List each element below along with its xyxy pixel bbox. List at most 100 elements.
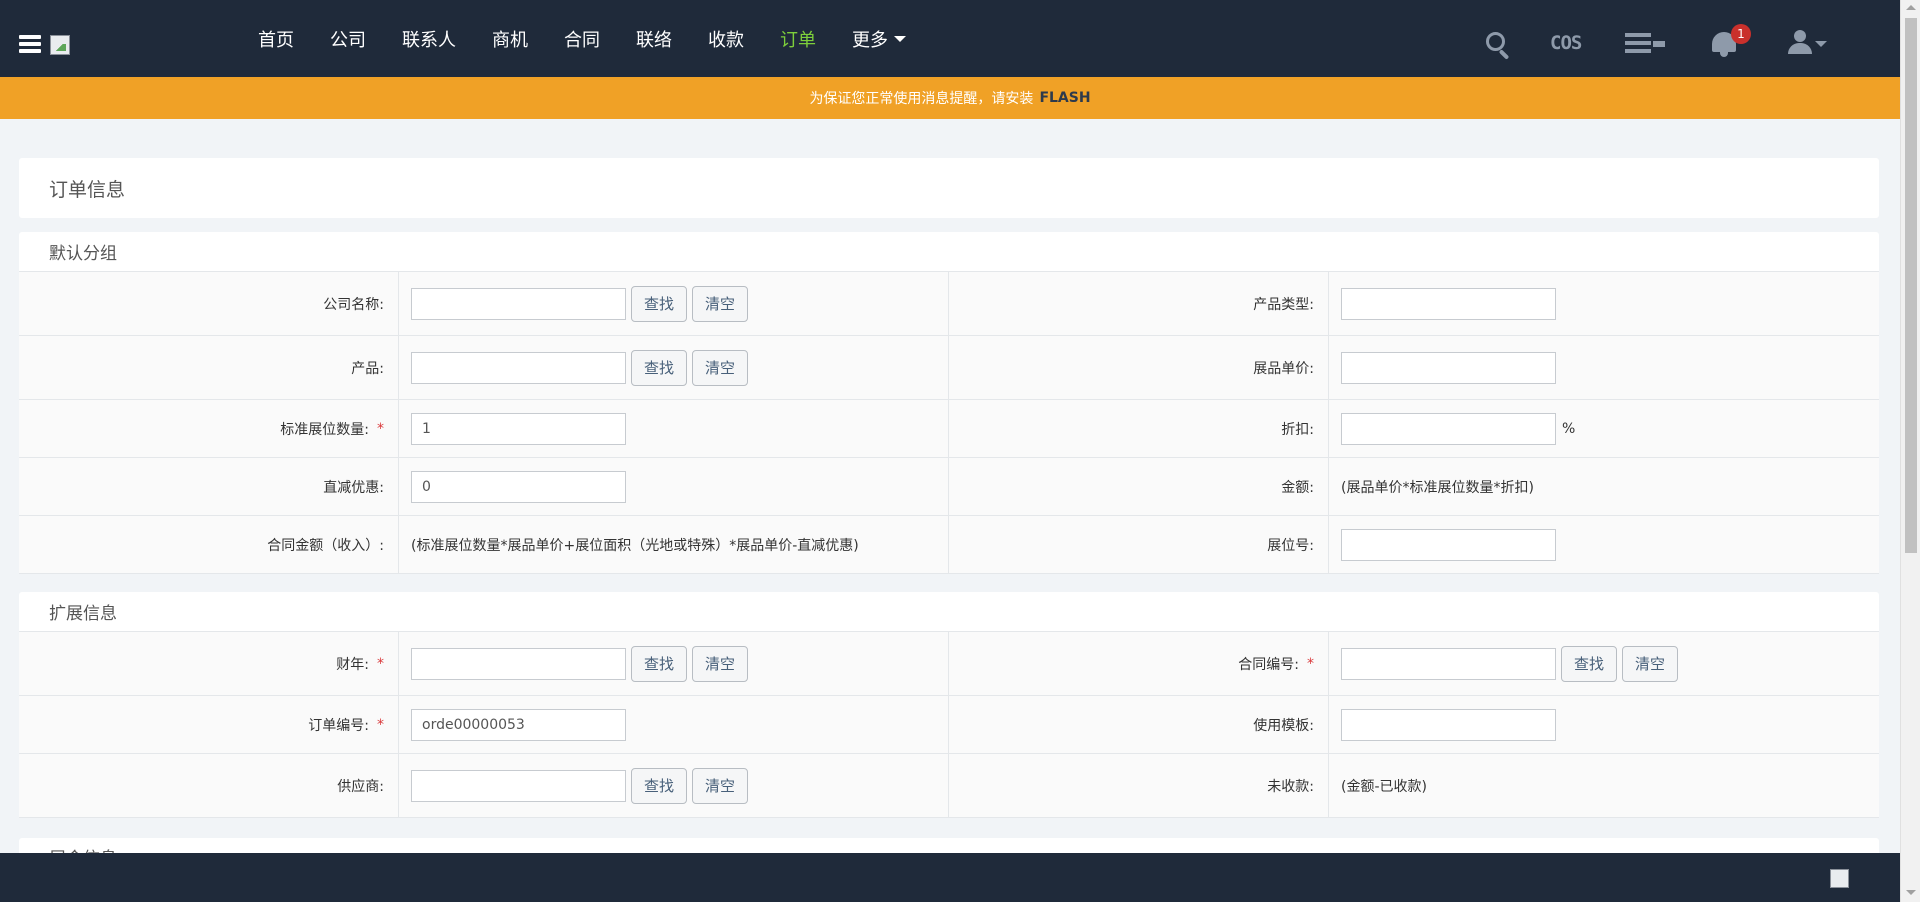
form-row-product: 产品: 查找 清空 展品单价:: [19, 336, 1879, 400]
logo-image: [50, 35, 70, 55]
supplier-cell: 查找 清空: [399, 754, 949, 817]
notification-badge: 1: [1731, 24, 1751, 44]
label-text: 产品:: [351, 360, 384, 377]
label-text: 金额:: [1281, 479, 1314, 496]
nav-item-company[interactable]: 公司: [312, 0, 384, 77]
scroll-thumb[interactable]: [1905, 18, 1917, 553]
supplier-input[interactable]: [411, 769, 626, 802]
page-title: 订单信息: [19, 158, 1879, 218]
percent-unit: %: [1562, 420, 1576, 437]
contract-no-find-button[interactable]: 查找: [1561, 645, 1618, 682]
company-name-cell: 查找 清空: [399, 272, 949, 335]
alert-flash-link[interactable]: FLASH: [1039, 90, 1090, 106]
reduction-input[interactable]: [411, 470, 626, 503]
required-mark: *: [377, 655, 384, 672]
form-row-contract-amount: 合同金额（收入）: (标准展位数量*展品单价+展位面积（光地或特殊）*展品单价-…: [19, 516, 1879, 574]
nav-item-contracts[interactable]: 合同: [546, 0, 618, 77]
booth-qty-input[interactable]: [411, 412, 626, 445]
reduction-cell: [399, 458, 949, 515]
nav-more-label: 更多: [852, 29, 888, 51]
company-clear-button[interactable]: 清空: [692, 285, 749, 322]
booth-no-cell: [1329, 516, 1879, 573]
product-find-button[interactable]: 查找: [631, 349, 688, 386]
unit-price-input[interactable]: [1341, 351, 1556, 384]
company-name-label: 公司名称:: [19, 272, 399, 335]
unpaid-formula: (金额-已收款): [1341, 778, 1427, 795]
product-type-input[interactable]: [1341, 287, 1556, 320]
fiscal-year-cell: 查找 清空: [399, 632, 949, 695]
contract-no-clear-button[interactable]: 清空: [1622, 645, 1679, 682]
fiscal-year-input[interactable]: [411, 647, 626, 680]
required-mark: *: [377, 420, 384, 437]
required-mark: *: [1307, 655, 1314, 672]
booth-qty-label: 标准展位数量: *: [19, 400, 399, 457]
reduction-label: 直减优惠:: [19, 458, 399, 515]
section-exhibition-info: 展会信息: [19, 838, 1879, 853]
unit-price-label: 展品单价:: [949, 336, 1329, 399]
top-navbar: 首页 公司 联系人 商机 合同 联络 收款 订单 更多 COS 1: [0, 0, 1900, 77]
nav-item-orders[interactable]: 订单: [762, 0, 834, 77]
unit-price-cell: [1329, 336, 1879, 399]
contract-no-label: 合同编号: *: [949, 632, 1329, 695]
discount-cell: %: [1329, 400, 1879, 457]
discount-input[interactable]: [1341, 412, 1556, 445]
label-text: 订单编号:: [308, 717, 369, 734]
alert-text: 为保证您正常使用消息提醒，请安装: [809, 91, 1034, 107]
list-menu-icon[interactable]: [1625, 33, 1665, 53]
nav-item-communication[interactable]: 联络: [618, 0, 690, 77]
contract-amount-cell: (标准展位数量*展品单价+展位面积（光地或特殊）*展品单价-直减优惠): [399, 516, 949, 573]
product-clear-button[interactable]: 清空: [692, 349, 749, 386]
nav-item-payments[interactable]: 收款: [690, 0, 762, 77]
nav-item-opportunities[interactable]: 商机: [474, 0, 546, 77]
label-text: 财年:: [336, 656, 369, 673]
label-text: 合同编号:: [1238, 656, 1299, 673]
contract-amount-formula: (标准展位数量*展品单价+展位面积（光地或特殊）*展品单价-直减优惠): [411, 537, 859, 554]
template-input[interactable]: [1341, 708, 1556, 741]
template-cell: [1329, 696, 1879, 753]
company-find-button[interactable]: 查找: [631, 285, 688, 322]
supplier-find-button[interactable]: 查找: [631, 767, 688, 804]
scroll-up-arrow-icon[interactable]: [1906, 5, 1916, 10]
label-text: 供应商:: [337, 778, 384, 795]
flash-alert-bar: 为保证您正常使用消息提醒，请安装 FLASH: [0, 77, 1900, 119]
company-name-input[interactable]: [411, 287, 626, 320]
form-row-reduction: 直减优惠: 金额: (展品单价*标准展位数量*折扣): [19, 458, 1879, 516]
order-no-cell: [399, 696, 949, 753]
page-title-text: 订单信息: [49, 178, 126, 201]
booth-qty-cell: [399, 400, 949, 457]
amount-formula: (展品单价*标准展位数量*折扣): [1341, 479, 1534, 496]
scroll-down-arrow-icon[interactable]: [1906, 890, 1916, 895]
section-title: 扩展信息: [19, 592, 1879, 632]
discount-label: 折扣:: [949, 400, 1329, 457]
fiscal-year-clear-button[interactable]: 清空: [692, 645, 749, 682]
nav-item-contacts[interactable]: 联系人: [384, 0, 474, 77]
order-no-input[interactable]: [411, 708, 626, 741]
cos-icon[interactable]: COS: [1550, 32, 1582, 54]
supplier-label: 供应商:: [19, 754, 399, 817]
contract-amount-label: 合同金额（收入）:: [19, 516, 399, 573]
fiscal-year-find-button[interactable]: 查找: [631, 645, 688, 682]
footer-bar: [0, 853, 1900, 902]
booth-no-input[interactable]: [1341, 528, 1556, 561]
menu-toggle-icon[interactable]: [19, 35, 41, 53]
product-input[interactable]: [411, 351, 626, 384]
page-scrollbar[interactable]: [1900, 0, 1920, 902]
search-icon[interactable]: [1486, 32, 1512, 60]
amount-label: 金额:: [949, 458, 1329, 515]
form-row-fiscal-year: 财年: * 查找 清空 合同编号: * 查找 清空: [19, 632, 1879, 696]
label-text: 合同金额（收入）:: [267, 537, 384, 554]
template-label: 使用模板:: [949, 696, 1329, 753]
contract-no-input[interactable]: [1341, 647, 1556, 680]
section-extended-info: 扩展信息 财年: * 查找 清空 合同编号: * 查找 清空 订单编号: * o…: [19, 592, 1879, 818]
label-text: 使用模板:: [1253, 717, 1314, 734]
label-text: 公司名称:: [323, 296, 384, 313]
footer-image: [1830, 869, 1849, 888]
product-type-label: 产品类型:: [949, 272, 1329, 335]
unpaid-cell: (金额-已收款): [1329, 754, 1879, 817]
user-icon[interactable]: [1788, 30, 1830, 56]
amount-cell: (展品单价*标准展位数量*折扣): [1329, 458, 1879, 515]
nav-item-home[interactable]: 首页: [240, 0, 312, 77]
supplier-clear-button[interactable]: 清空: [692, 767, 749, 804]
required-mark: *: [377, 716, 384, 733]
nav-item-more[interactable]: 更多: [834, 0, 924, 77]
